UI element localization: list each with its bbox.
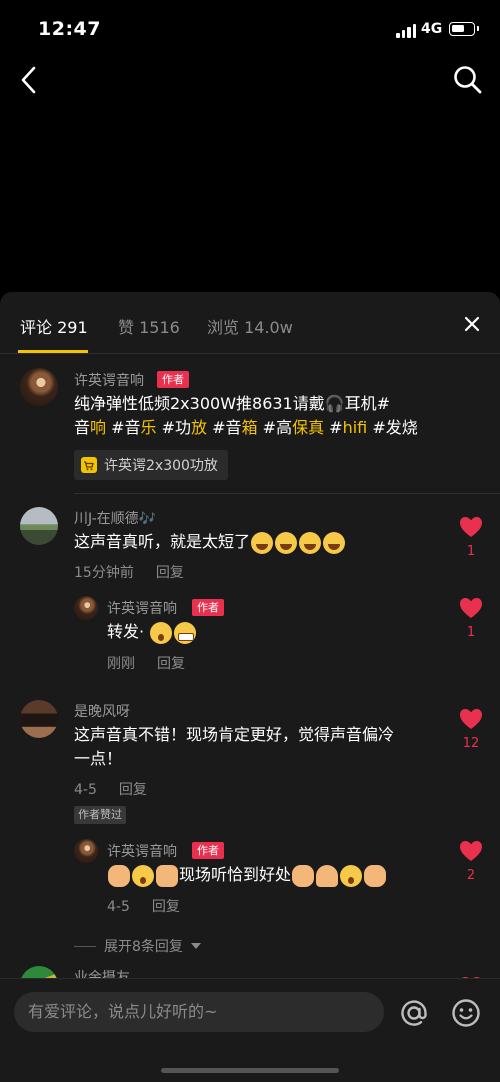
comment-text: 现场听恰到好处 [107, 863, 387, 887]
hashtag-line: 音响 #音乐 #功放 #音箱 #高保真 #hifi #发烧 [74, 416, 418, 440]
like-count: 1 [466, 625, 476, 640]
product-link[interactable]: 许英谔2x300功放 [74, 450, 228, 480]
comment-panel: 评论 291 赞 1516 浏览 14.0w 许英谔音响 作者 纯净弹性低频2x… [0, 292, 500, 1082]
comment-input[interactable]: 有爱评论，说点儿好听的~ [14, 992, 384, 1032]
avatar[interactable] [74, 596, 98, 620]
clap-emoji-icon [292, 864, 315, 887]
divider [74, 493, 500, 494]
comment-time: 15分钟前 [74, 565, 134, 581]
comment-input-bar: 有爱评论，说点儿好听的~ [0, 978, 500, 1082]
network-type: 4G [421, 21, 443, 37]
search-icon[interactable] [452, 64, 484, 96]
grin-emoji-icon [174, 621, 197, 644]
heart-icon [460, 841, 482, 861]
avatar[interactable] [20, 700, 58, 738]
comment-meta: 刚刚 回复 [107, 653, 185, 673]
reply-button[interactable]: 回复 [119, 782, 147, 798]
tab-views[interactable]: 浏览 14.0w [207, 314, 293, 338]
expand-replies-label: 展开8条回复 [104, 939, 183, 955]
tab-underline [18, 350, 88, 353]
hashtag-part[interactable]: #发烧 [367, 418, 417, 437]
like-count: 12 [462, 736, 480, 751]
author-badge: 作者 [192, 842, 224, 859]
author-badge: 作者 [157, 371, 189, 388]
hashtag-part[interactable]: #功放 [157, 418, 207, 437]
author-liked-badge: 作者赞过 [74, 806, 126, 824]
chevron-down-icon [190, 943, 201, 949]
hashtag-part[interactable]: #高保真 [258, 418, 324, 437]
battery-fill [452, 25, 465, 32]
comment-tabs: 评论 291 赞 1516 浏览 14.0w [0, 292, 500, 354]
signal-icon [396, 24, 416, 38]
avatar[interactable] [20, 507, 58, 545]
cart-icon [81, 457, 97, 473]
comment-author-name[interactable]: 许英谔音响 [74, 370, 144, 390]
laugh-emoji-icon [299, 531, 322, 554]
tab-comments[interactable]: 评论 291 [20, 314, 88, 338]
emoji-icon[interactable] [450, 997, 482, 1029]
shocked-emoji-icon [340, 864, 363, 887]
hashtag-part[interactable]: #音乐 [106, 418, 156, 437]
like-button[interactable]: 1 [457, 597, 485, 640]
comment-meta: 15分钟前 回复 [74, 562, 184, 582]
comment-time: 刚刚 [107, 656, 135, 672]
comment-text-continued: 一点！ [74, 749, 123, 768]
like-button[interactable]: 2 [457, 840, 485, 883]
expand-replies-button[interactable]: 展开8条回复 [74, 936, 201, 956]
shocked-emoji-icon [132, 864, 154, 887]
laugh-emoji-icon [275, 531, 298, 554]
author-badge: 作者 [192, 599, 224, 616]
shocked-emoji-icon [150, 621, 173, 644]
comment-text: 纯净弹性低频2x300W推8631请戴🎧耳机# [74, 394, 391, 413]
comment-time: 4-5 [74, 782, 97, 798]
back-icon[interactable] [14, 62, 46, 98]
avatar[interactable] [20, 368, 58, 406]
reply-button[interactable]: 回复 [156, 565, 184, 581]
status-time: 12:47 [38, 18, 101, 40]
comment-author-name[interactable]: 川J-在顺德🎶 [74, 508, 156, 528]
reply-button[interactable]: 回复 [157, 656, 185, 672]
comment-text: 这声音真不错！现场肯定更好，觉得声音偏冷 [74, 725, 395, 744]
avatar[interactable] [74, 839, 98, 863]
heart-icon [460, 709, 482, 729]
heart-icon [460, 598, 482, 618]
home-indicator [161, 1068, 339, 1073]
comment-meta: 4-5 回复 [107, 896, 180, 916]
hashtag-part[interactable]: 音响 [74, 418, 106, 437]
pray-emoji-icon [316, 864, 339, 887]
divider [74, 945, 96, 947]
reply-button[interactable]: 回复 [152, 899, 180, 915]
heart-icon [460, 517, 482, 537]
like-count: 2 [466, 868, 476, 883]
tab-likes[interactable]: 赞 1516 [118, 314, 180, 338]
hashtag-part[interactable]: #hifi [324, 418, 367, 437]
laugh-emoji-icon [251, 531, 274, 554]
handshake-emoji-icon [108, 864, 130, 887]
comment-meta: 4-5 回复 [74, 779, 147, 799]
hashtag-part[interactable]: #音箱 [207, 418, 257, 437]
handshake-emoji-icon [364, 864, 387, 887]
comment-author-name[interactable]: 是晚风呀 [74, 701, 130, 721]
comment-author-name[interactable]: 许英谔音响 [107, 598, 177, 618]
like-button[interactable]: 12 [457, 708, 485, 751]
comment-time: 4-5 [107, 899, 130, 915]
like-button[interactable]: 1 [457, 516, 485, 559]
close-icon[interactable] [462, 314, 482, 334]
at-icon[interactable] [398, 997, 430, 1029]
product-name: 许英谔2x300功放 [104, 458, 218, 474]
battery-icon [449, 22, 479, 36]
like-count: 1 [466, 544, 476, 559]
status-bar: 12:47 4G [0, 0, 500, 60]
thumbs-up-emoji-icon [156, 864, 178, 887]
comment-text: 转发· [107, 620, 197, 644]
comment-text: 这声音真听，就是太短了 [74, 530, 346, 554]
comment-author-name[interactable]: 许英谔音响 [107, 841, 177, 861]
laugh-emoji-icon [323, 531, 346, 554]
